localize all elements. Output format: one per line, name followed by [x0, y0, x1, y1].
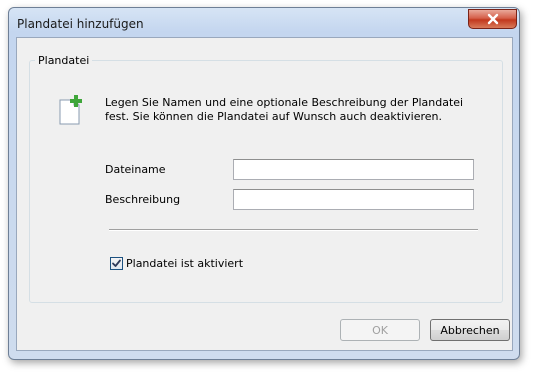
document-add-icon: [59, 95, 82, 125]
enabled-checkbox-label: Plandatei ist aktiviert: [126, 257, 244, 270]
close-button[interactable]: [468, 9, 517, 29]
description-label: Beschreibung: [105, 193, 181, 206]
description-text: Legen Sie Namen und eine optionale Besch…: [105, 96, 464, 123]
description-input[interactable]: [233, 189, 474, 210]
filename-input[interactable]: [233, 159, 474, 180]
enabled-checkbox[interactable]: [110, 257, 123, 270]
cancel-button[interactable]: Abbrechen: [430, 319, 510, 341]
dialog-window: Plandatei hinzufügen Plandatei Legen Sie…: [8, 7, 520, 360]
separator: [109, 229, 478, 231]
close-icon: [487, 13, 498, 25]
group-legend: Plandatei: [35, 54, 93, 67]
filename-label: Dateiname: [105, 163, 166, 176]
dialog-body: Plandatei Legen Sie Namen und eine optio…: [16, 37, 513, 351]
window-title: Plandatei hinzufügen: [17, 17, 144, 31]
checkmark-icon: [112, 259, 121, 267]
ok-button[interactable]: OK: [340, 319, 420, 341]
